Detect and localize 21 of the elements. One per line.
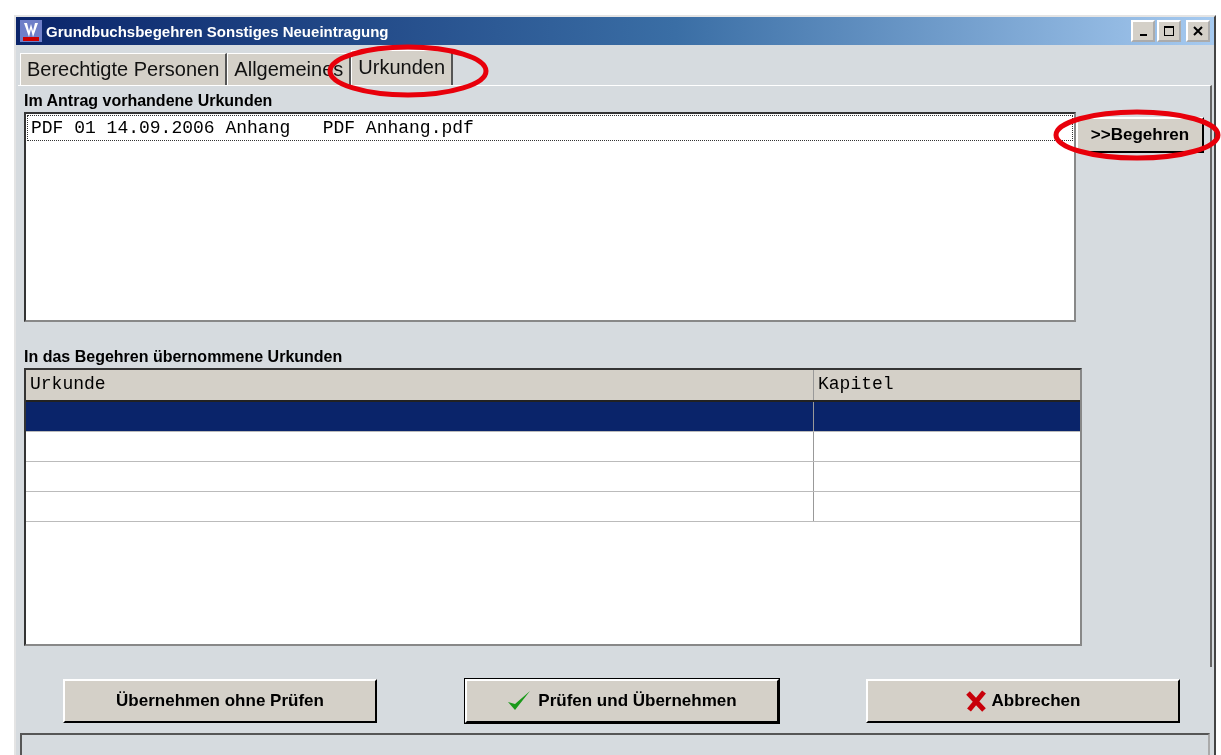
cross-icon <box>965 690 986 712</box>
minimize-button[interactable] <box>1131 20 1155 42</box>
cancel-button[interactable]: Abbrechen <box>866 679 1180 723</box>
tab[interactable]: Urkunden <box>351 50 453 85</box>
close-button[interactable] <box>1186 20 1210 42</box>
list-item[interactable]: PDF 01 14.09.2006 Anhang PDF Anhang.pdf <box>27 115 1073 141</box>
section-label: In das Begehren übernommene Urkunden <box>24 348 344 367</box>
maximize-button[interactable] <box>1157 20 1181 42</box>
table-row[interactable] <box>26 402 1080 432</box>
column-header[interactable]: Urkunde <box>26 370 814 400</box>
add-button[interactable]: >>Begehren <box>1076 117 1204 153</box>
window-title: Grundbuchsbegehren Sonstiges Neueintragung <box>46 22 389 40</box>
check-button[interactable]: Prüfen und Übernehmen <box>464 679 779 723</box>
column-header[interactable]: Kapitel <box>814 370 1080 400</box>
close-icon <box>1192 25 1204 37</box>
adopt-button[interactable]: Übernehmen ohne Prüfen <box>63 679 377 723</box>
maximize-icon <box>1163 25 1175 37</box>
tab[interactable]: Berechtigte Personen <box>20 53 228 85</box>
app-icon <box>20 20 42 42</box>
section-label: Im Antrag vorhandene Urkunden <box>24 92 274 111</box>
minimize-icon <box>1139 34 1147 36</box>
